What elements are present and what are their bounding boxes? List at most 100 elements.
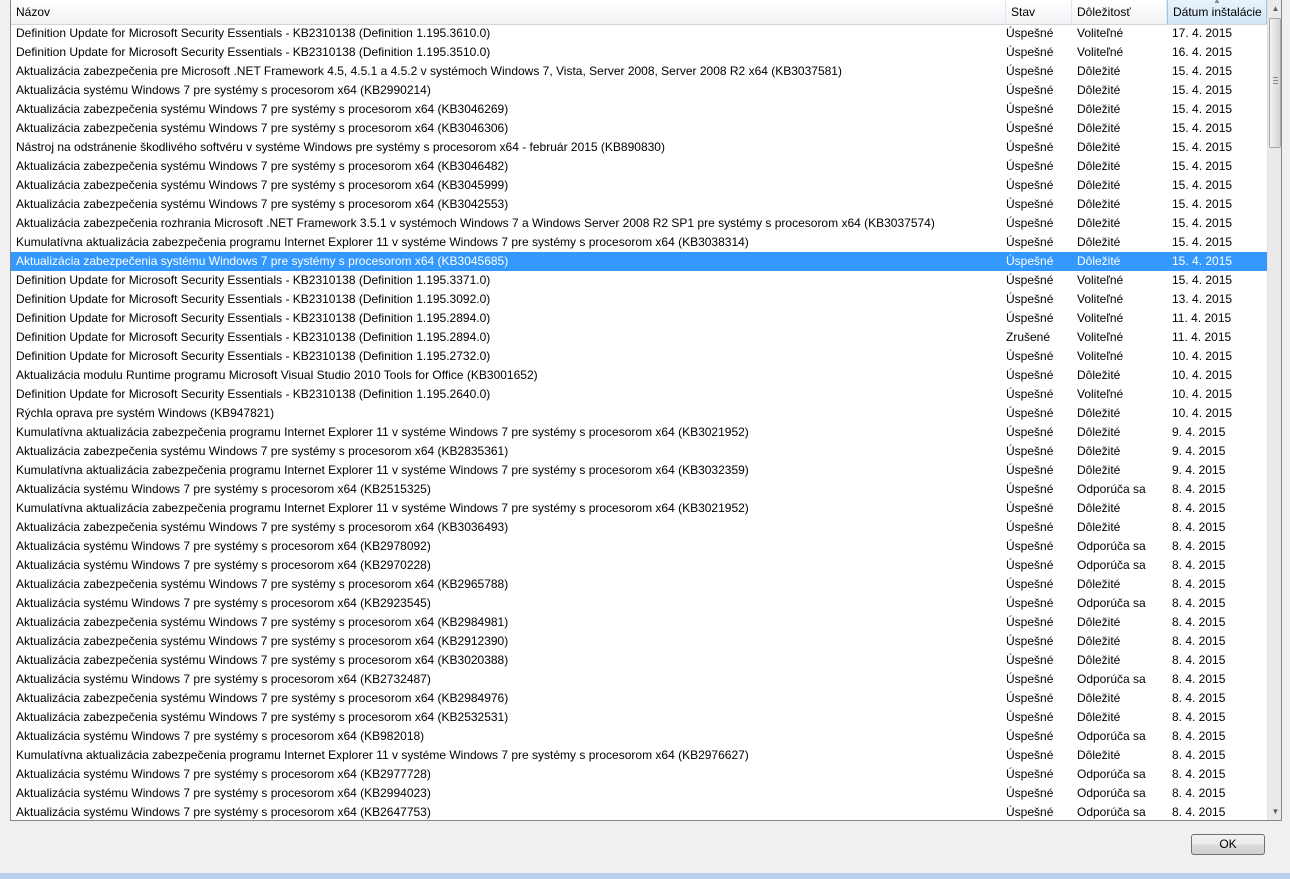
status-cell: Úspešné xyxy=(1006,26,1054,40)
table-row[interactable]: Kumulatívna aktualizácia zabezpečenia pr… xyxy=(11,499,1267,518)
table-row[interactable]: Aktualizácia systému Windows 7 pre systé… xyxy=(11,765,1267,784)
install-date-cell: 16. 4. 2015 xyxy=(1172,45,1233,59)
status-cell: Úspešné xyxy=(1006,178,1054,192)
table-row[interactable]: Aktualizácia systému Windows 7 pre systé… xyxy=(11,784,1267,803)
table-row[interactable]: Definition Update for Microsoft Security… xyxy=(11,290,1267,309)
status-cell: Úspešné xyxy=(1006,216,1054,230)
status-cell: Úspešné xyxy=(1006,615,1054,629)
status-cell: Úspešné xyxy=(1006,102,1054,116)
table-row[interactable]: Kumulatívna aktualizácia zabezpečenia pr… xyxy=(11,423,1267,442)
table-row[interactable]: Aktualizácia systému Windows 7 pre systé… xyxy=(11,537,1267,556)
scroll-up-arrow-icon[interactable]: ▲ xyxy=(1268,0,1281,17)
thumb-grip-line xyxy=(1273,80,1278,81)
update-name-cell: Aktualizácia zabezpečenia systému Window… xyxy=(16,520,509,534)
table-row[interactable]: Definition Update for Microsoft Security… xyxy=(11,24,1267,43)
table-row[interactable]: Aktualizácia zabezpečenia systému Window… xyxy=(11,708,1267,727)
status-cell: Úspešné xyxy=(1006,235,1054,249)
update-name-cell: Aktualizácia systému Windows 7 pre systé… xyxy=(16,767,431,781)
install-date-cell: 15. 4. 2015 xyxy=(1172,235,1233,249)
update-name-cell: Aktualizácia systému Windows 7 pre systé… xyxy=(16,539,431,553)
table-row[interactable]: Aktualizácia systému Windows 7 pre systé… xyxy=(11,556,1267,575)
update-name-cell: Definition Update for Microsoft Security… xyxy=(16,273,491,287)
table-row[interactable]: Kumulatívna aktualizácia zabezpečenia pr… xyxy=(11,461,1267,480)
update-rows: Definition Update for Microsoft Security… xyxy=(11,24,1267,820)
importance-cell: Dôležité xyxy=(1077,368,1121,382)
column-header-name[interactable]: Názov xyxy=(11,0,1006,24)
table-row[interactable]: Kumulatívna aktualizácia zabezpečenia pr… xyxy=(11,233,1267,252)
table-row[interactable]: Aktualizácia zabezpečenia pre Microsoft … xyxy=(11,62,1267,81)
table-row[interactable]: Nástroj na odstránenie škodlivého softvé… xyxy=(11,138,1267,157)
update-name-cell: Aktualizácia systému Windows 7 pre systé… xyxy=(16,83,431,97)
importance-cell: Odporúča sa xyxy=(1077,596,1146,610)
importance-cell: Voliteľné xyxy=(1077,387,1124,401)
vertical-scrollbar[interactable]: ▲ ▼ xyxy=(1267,0,1281,820)
importance-cell: Odporúča sa xyxy=(1077,558,1146,572)
table-row[interactable]: Aktualizácia systému Windows 7 pre systé… xyxy=(11,594,1267,613)
table-row-selected[interactable]: Aktualizácia zabezpečenia systému Window… xyxy=(11,252,1267,271)
table-row[interactable]: Rýchla oprava pre systém Windows (KB9478… xyxy=(11,404,1267,423)
table-row[interactable]: Aktualizácia systému Windows 7 pre systé… xyxy=(11,81,1267,100)
table-row[interactable]: Aktualizácia zabezpečenia systému Window… xyxy=(11,632,1267,651)
table-row[interactable]: Aktualizácia zabezpečenia systému Window… xyxy=(11,613,1267,632)
update-name-cell: Definition Update for Microsoft Security… xyxy=(16,349,491,363)
table-row[interactable]: Aktualizácia zabezpečenia systému Window… xyxy=(11,651,1267,670)
importance-cell: Dôležité xyxy=(1077,463,1121,477)
column-header-stav-label: Stav xyxy=(1011,5,1036,19)
table-row[interactable]: Definition Update for Microsoft Security… xyxy=(11,271,1267,290)
install-date-cell: 15. 4. 2015 xyxy=(1172,254,1233,268)
table-row[interactable]: Definition Update for Microsoft Security… xyxy=(11,347,1267,366)
table-row[interactable]: Definition Update for Microsoft Security… xyxy=(11,328,1267,347)
table-row[interactable]: Aktualizácia modulu Runtime programu Mic… xyxy=(11,366,1267,385)
column-header-stav[interactable]: Stav xyxy=(1006,0,1072,24)
window-bottom-border xyxy=(0,873,1290,879)
status-cell: Úspešné xyxy=(1006,805,1054,819)
importance-cell: Dôležité xyxy=(1077,444,1121,458)
table-row[interactable]: Aktualizácia zabezpečenia systému Window… xyxy=(11,176,1267,195)
install-date-cell: 8. 4. 2015 xyxy=(1172,615,1226,629)
table-row[interactable]: Aktualizácia zabezpečenia rozhrania Micr… xyxy=(11,214,1267,233)
table-row[interactable]: Aktualizácia zabezpečenia systému Window… xyxy=(11,195,1267,214)
install-date-cell: 13. 4. 2015 xyxy=(1172,292,1233,306)
table-row[interactable]: Definition Update for Microsoft Security… xyxy=(11,309,1267,328)
update-name-cell: Aktualizácia zabezpečenia systému Window… xyxy=(16,159,509,173)
importance-cell: Odporúča sa xyxy=(1077,786,1146,800)
table-row[interactable]: Kumulatívna aktualizácia zabezpečenia pr… xyxy=(11,746,1267,765)
update-name-cell: Kumulatívna aktualizácia zabezpečenia pr… xyxy=(16,463,749,477)
table-row[interactable]: Aktualizácia zabezpečenia systému Window… xyxy=(11,100,1267,119)
update-name-cell: Kumulatívna aktualizácia zabezpečenia pr… xyxy=(16,235,749,249)
update-name-cell: Aktualizácia zabezpečenia pre Microsoft … xyxy=(16,64,842,78)
table-row[interactable]: Aktualizácia zabezpečenia systému Window… xyxy=(11,119,1267,138)
update-name-cell: Aktualizácia systému Windows 7 pre systé… xyxy=(16,805,431,819)
column-header-datum[interactable]: ▲ Dátum inštalácie xyxy=(1167,0,1267,24)
install-date-cell: 11. 4. 2015 xyxy=(1172,330,1232,344)
table-row[interactable]: Aktualizácia zabezpečenia systému Window… xyxy=(11,157,1267,176)
column-header-name-label: Názov xyxy=(16,5,51,19)
column-header-dolezitost[interactable]: Dôležitosť xyxy=(1072,0,1167,24)
table-row[interactable]: Aktualizácia zabezpečenia systému Window… xyxy=(11,518,1267,537)
status-cell: Úspešné xyxy=(1006,691,1054,705)
update-name-cell: Aktualizácia systému Windows 7 pre systé… xyxy=(16,482,431,496)
install-date-cell: 8. 4. 2015 xyxy=(1172,748,1226,762)
table-row[interactable]: Aktualizácia zabezpečenia systému Window… xyxy=(11,575,1267,594)
table-row[interactable]: Definition Update for Microsoft Security… xyxy=(11,43,1267,62)
table-row[interactable]: Aktualizácia systému Windows 7 pre systé… xyxy=(11,670,1267,689)
scrollbar-thumb[interactable] xyxy=(1269,18,1281,148)
status-cell: Úspešné xyxy=(1006,197,1054,211)
scroll-down-arrow-icon[interactable]: ▼ xyxy=(1268,803,1281,820)
update-name-cell: Aktualizácia zabezpečenia systému Window… xyxy=(16,178,509,192)
importance-cell: Dôležité xyxy=(1077,83,1121,97)
status-cell: Úspešné xyxy=(1006,596,1054,610)
update-name-cell: Aktualizácia zabezpečenia systému Window… xyxy=(16,577,509,591)
table-row[interactable]: Aktualizácia zabezpečenia systému Window… xyxy=(11,689,1267,708)
importance-cell: Voliteľné xyxy=(1077,273,1124,287)
importance-cell: Dôležité xyxy=(1077,159,1121,173)
table-row[interactable]: Aktualizácia systému Windows 7 pre systé… xyxy=(11,480,1267,499)
importance-cell: Odporúča sa xyxy=(1077,539,1146,553)
table-row[interactable]: Aktualizácia systému Windows 7 pre systé… xyxy=(11,727,1267,746)
update-history-list[interactable]: Názov Stav Dôležitosť ▲ Dátum inštalácie… xyxy=(10,0,1282,821)
table-row[interactable]: Aktualizácia zabezpečenia systému Window… xyxy=(11,442,1267,461)
status-cell: Úspešné xyxy=(1006,387,1054,401)
ok-button[interactable]: OK xyxy=(1191,834,1265,855)
table-row[interactable]: Definition Update for Microsoft Security… xyxy=(11,385,1267,404)
table-row[interactable]: Aktualizácia systému Windows 7 pre systé… xyxy=(11,803,1267,820)
